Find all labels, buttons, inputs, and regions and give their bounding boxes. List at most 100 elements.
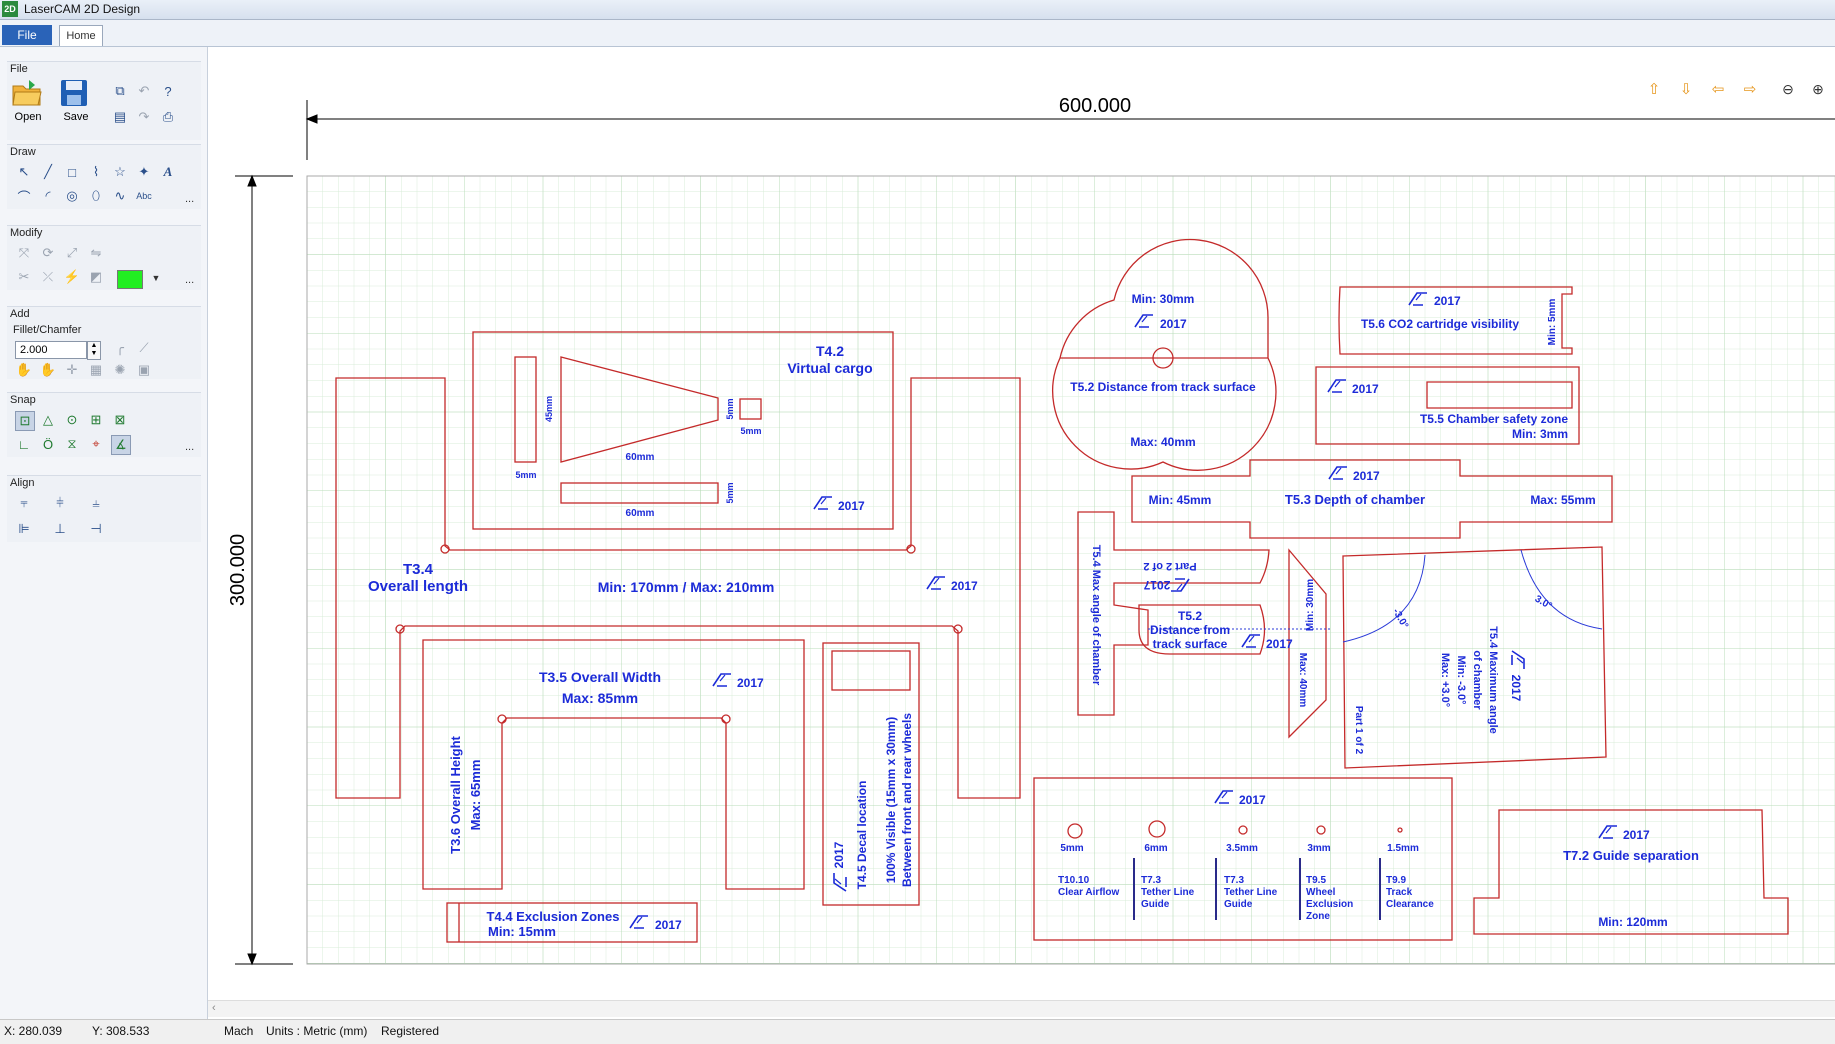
align-group: Align ⫧ ⫩ ⫨ ⊫ ⊥ ⊣ (7, 475, 201, 542)
snap-angle-icon[interactable]: ∡ (111, 435, 131, 455)
modify-group: Modify ⤧ ⟳ ⤢ ⇋ ✂ ⤫ ⚡ ◩ ▼ ... (7, 225, 201, 290)
save-button[interactable]: Save (59, 78, 93, 136)
snap-endpoint-icon[interactable]: ⊡ (15, 411, 35, 431)
horizontal-scrollbar[interactable]: ‹ (208, 1000, 1835, 1017)
pan-down-icon[interactable]: ⇩ (1676, 79, 1696, 99)
fillet-value-input[interactable]: 2.000 (15, 341, 87, 359)
save-label: Save (63, 111, 89, 123)
tab-file[interactable]: File (2, 25, 52, 45)
scale-icon[interactable]: ⤢ (63, 244, 81, 262)
star-tool-icon[interactable]: ☆ (111, 163, 129, 181)
draw-more-button[interactable]: ... (185, 193, 194, 205)
label-hole-3-5mm: 3.5mm (1226, 843, 1258, 854)
chamfer-icon[interactable]: ⟋ (135, 339, 153, 357)
color-swatch[interactable] (117, 270, 143, 289)
align-center-icon[interactable]: ⊥ (51, 520, 69, 538)
pan-right-icon[interactable]: ⇨ (1740, 79, 1760, 99)
open-button[interactable]: Open (11, 78, 45, 136)
label-hole-1-5mm: 1.5mm (1387, 843, 1419, 854)
fillet-icon[interactable]: ╭ (111, 339, 129, 357)
arc-tool-icon[interactable]: ⌒ (15, 187, 33, 205)
stamp-year-t56: 2017 (1434, 294, 1461, 308)
align-left-icon[interactable]: ⊫ (15, 520, 33, 538)
frame-icon[interactable]: ▣ (135, 361, 153, 379)
label-t99-a: T9.9 (1386, 875, 1406, 886)
line-tool-icon[interactable]: ╱ (39, 163, 57, 181)
polyline-tool-icon[interactable]: ⌇ (87, 163, 105, 181)
mirror-icon[interactable]: ⇋ (87, 244, 105, 262)
redo-icon[interactable]: ↷ (135, 108, 153, 126)
center-icon[interactable]: ✛ (63, 361, 81, 379)
color-dropdown-icon[interactable]: ▼ (147, 269, 165, 287)
label-t73a-a: T7.3 (1141, 875, 1161, 886)
page-setup-icon[interactable]: ▤ (111, 108, 129, 126)
snap-perpendicular-icon[interactable]: ∟ (15, 435, 33, 453)
label-t44-b: Min: 15mm (488, 924, 556, 939)
hand-select-icon[interactable]: ✋ (39, 361, 57, 379)
scroll-left-icon[interactable]: ‹ (212, 1002, 216, 1014)
text-tool-icon[interactable]: A (159, 163, 177, 181)
status-x-coordinate: X: 280.039 (4, 1024, 63, 1038)
extend-icon[interactable]: ⤫ (39, 268, 57, 286)
snap-grid-icon[interactable]: ⌖ (87, 435, 105, 453)
hand-pan-icon[interactable]: ✋ (15, 361, 33, 379)
window-title: LaserCAM 2D Design (24, 2, 141, 16)
snap-tangent-icon[interactable]: Ö (39, 435, 57, 453)
snap-intersection-icon[interactable]: ⊠ (111, 411, 129, 429)
cad-drawing[interactable]: 600.000 300.000 T4.2 Virtual cargo 45mm … (208, 47, 1835, 999)
label-t36-a: T3.6 Overall Height (448, 735, 463, 853)
label-t36-b: Max: 65mm (468, 760, 483, 831)
circle-tool-icon[interactable]: ◎ (63, 187, 81, 205)
align-bottom-icon[interactable]: ⫨ (87, 494, 105, 512)
align-top-icon[interactable]: ⫧ (15, 494, 33, 512)
label-t73b-a: T7.3 (1224, 875, 1244, 886)
fillet-chamfer-label: Fillet/Chamfer (13, 324, 82, 336)
label-t34-b: Overall length (368, 578, 468, 595)
label-5mm-a: 5mm (515, 470, 536, 480)
align-right-icon[interactable]: ⊣ (87, 520, 105, 538)
label-t52-max: Max: 40mm (1130, 435, 1195, 449)
label-t52b-a: T5.2 (1178, 609, 1202, 623)
array-icon[interactable]: ▦ (87, 361, 105, 379)
label-t99-c: Clearance (1386, 899, 1434, 910)
select-pointer-icon[interactable]: ↖ (15, 163, 33, 181)
drawing-canvas[interactable]: 600.000 300.000 T4.2 Virtual cargo 45mm … (208, 47, 1835, 1019)
trim-icon[interactable]: ✂ (15, 268, 33, 286)
rectangle-tool-icon[interactable]: □ (63, 163, 81, 181)
arc3-tool-icon[interactable]: ◜ (39, 187, 57, 205)
print-icon[interactable]: ⎙ (159, 108, 177, 126)
break-icon[interactable]: ⚡ (63, 268, 81, 286)
move-icon[interactable]: ⤧ (15, 244, 33, 262)
undo-icon[interactable]: ↶ (135, 82, 153, 100)
fillet-value-spinner[interactable]: ▲ ▼ (87, 341, 101, 360)
snap-nearest-icon[interactable]: ⧖ (63, 435, 81, 453)
text-path-tool-icon[interactable]: Abc (135, 187, 153, 205)
pan-up-icon[interactable]: ⇧ (1644, 79, 1664, 99)
snap-midpoint-icon[interactable]: △ (39, 411, 57, 429)
label-t73a-b: Tether Line (1141, 887, 1195, 898)
snap-quadrant-icon[interactable]: ⊞ (87, 411, 105, 429)
point-tool-icon[interactable]: ✦ (135, 163, 153, 181)
zoom-in-icon[interactable]: ⊕ (1808, 79, 1828, 99)
snap-center-icon[interactable]: ⊙ (63, 411, 81, 429)
pan-left-icon[interactable]: ⇦ (1708, 79, 1728, 99)
align-middle-icon[interactable]: ⫩ (51, 494, 69, 512)
label-t42-b: Virtual cargo (787, 360, 872, 376)
label-t1010-a: T10.10 (1058, 875, 1090, 886)
rotate-icon[interactable]: ⟳ (39, 244, 57, 262)
help-icon[interactable]: ? (159, 82, 177, 100)
sun-icon[interactable]: ✺ (111, 361, 129, 379)
copy-icon[interactable]: ⧉ (111, 82, 129, 100)
curve-tool-icon[interactable]: ∿ (111, 187, 129, 205)
tab-home[interactable]: Home (59, 25, 103, 46)
modify-more-button[interactable]: ... (185, 274, 194, 286)
snap-more-button[interactable]: ... (185, 441, 194, 453)
title-bar: 2D LaserCAM 2D Design (0, 0, 1835, 20)
label-t54-c: Min: -3.0° (1455, 655, 1467, 704)
label-5mm-c: 5mm (740, 426, 761, 436)
ellipse-tool-icon[interactable]: ⬯ (87, 187, 105, 205)
label-t95-a: T9.5 (1306, 875, 1326, 886)
zoom-out-icon[interactable]: ⊖ (1778, 79, 1798, 99)
fill-icon[interactable]: ◩ (87, 268, 105, 286)
stamp-year-t35: 2017 (737, 676, 764, 690)
